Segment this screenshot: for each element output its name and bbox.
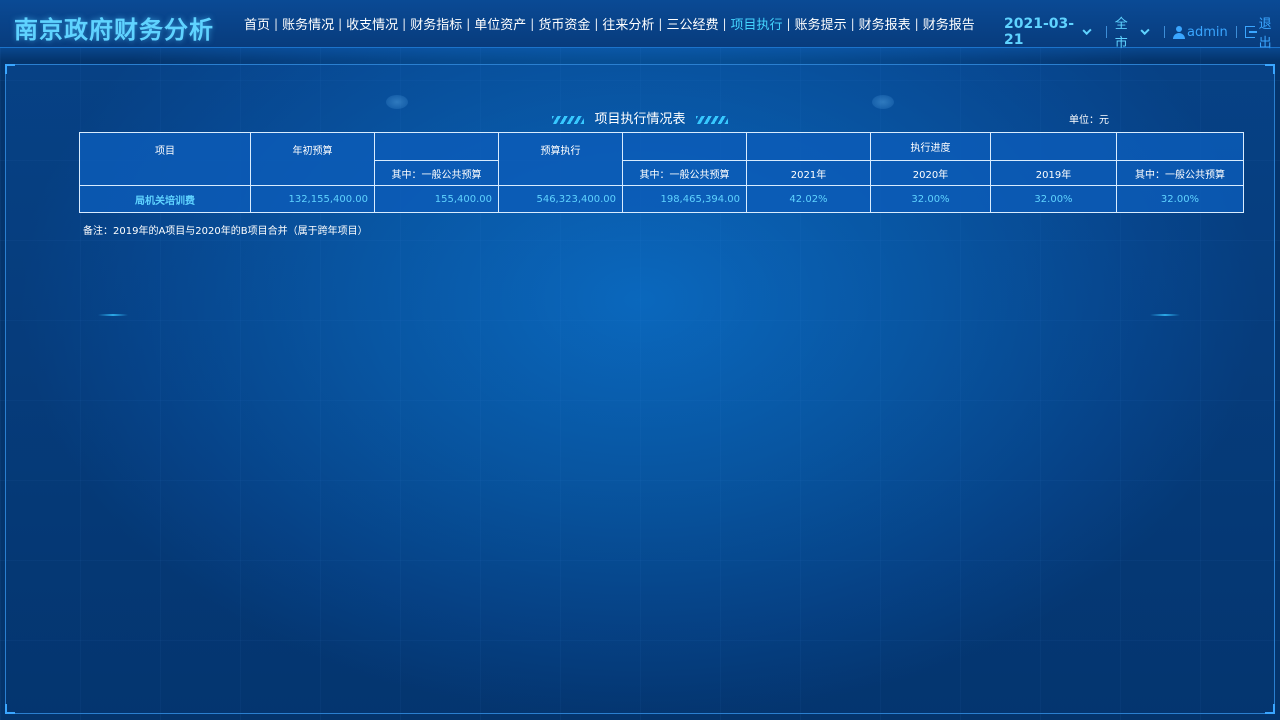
cell-progress-2021: 42.02% [746, 185, 871, 213]
nav-item-accounts[interactable]: 账务情况 [278, 14, 338, 33]
nav-item-financial-statements[interactable]: 财务报表 [855, 14, 915, 33]
nav-item-project-execution[interactable]: 项目执行 [727, 14, 787, 33]
project-execution-table: 项目 年初预算 预算执行 执行进度 其中：一般公共预算 其中：一般公共预算 20… [79, 132, 1244, 213]
panel-corner [1265, 704, 1275, 714]
table-title: 项目执行情况表 [594, 112, 686, 127]
cell-progress-2019: 32.00% [990, 185, 1117, 213]
decor-bubble [386, 95, 408, 109]
nav-separator: | [722, 16, 727, 31]
header-controls: 2021-03-21 全市 admin 退出 [1004, 13, 1280, 51]
header-year-2021: 2021年 [746, 160, 871, 186]
cell-execution: 546,323,400.00 [498, 185, 623, 213]
header-empty [1116, 132, 1244, 161]
nav-item-unit-assets[interactable]: 单位资产 [470, 14, 530, 33]
nav-item-home[interactable]: 首页 [240, 14, 274, 33]
title-stripes-left [552, 115, 585, 124]
date-selector[interactable]: 2021-03-21 [1004, 16, 1078, 48]
username[interactable]: admin [1187, 25, 1228, 40]
nav-separator: | [786, 16, 791, 31]
header-general-public-budget: 其中：一般公共预算 [1116, 160, 1244, 186]
cell-progress-2020: 32.00% [870, 185, 991, 213]
header-year-2019: 2019年 [990, 160, 1117, 186]
decor-bubble [872, 95, 894, 109]
table-note: 备注：2019年的A项目与2020年的B项目合并（属于跨年项目） [83, 226, 368, 237]
header-empty [374, 132, 499, 161]
header-general-public-budget: 其中：一般公共预算 [374, 160, 499, 186]
panel-corner [5, 704, 15, 714]
panel-corner [1265, 64, 1275, 74]
nav-item-three-public-expenses[interactable]: 三公经费 [662, 14, 722, 33]
title-stripes-right [695, 115, 728, 124]
logout-button[interactable]: 退出 [1259, 13, 1280, 51]
nav-separator: | [850, 16, 855, 31]
nav-separator: | [530, 16, 535, 31]
header-project: 项目 [79, 132, 251, 186]
chevron-down-icon[interactable] [1082, 25, 1092, 35]
nav-item-income-expense[interactable]: 收支情况 [342, 14, 402, 33]
nav-item-monetary-funds[interactable]: 货币资金 [534, 14, 594, 33]
top-header: 南京政府财务分析 首页 | 账务情况 | 收支情况 | 财务指标 | 单位资产 … [0, 0, 1280, 61]
header-general-public-budget: 其中：一般公共预算 [622, 160, 747, 186]
chevron-down-icon[interactable] [1140, 25, 1150, 35]
logout-icon[interactable] [1244, 26, 1257, 38]
unit-label: 单位：元 [1069, 115, 1109, 126]
table-row[interactable]: 局机关培训费 132,155,400.00 155,400.00 546,323… [79, 185, 1244, 213]
header-divider [1105, 26, 1107, 38]
header-divider [1235, 26, 1237, 38]
app-title: 南京政府财务分析 [14, 16, 214, 44]
cell-initial-general: 155,400.00 [374, 185, 499, 213]
header-execution-progress: 执行进度 [870, 132, 991, 161]
header-budget-execution: 预算执行 [498, 132, 623, 186]
cell-progress-general: 32.00% [1116, 185, 1244, 213]
nav-item-financial-indicators[interactable]: 财务指标 [406, 14, 466, 33]
table-header-row: 项目 年初预算 预算执行 执行进度 [79, 132, 1244, 186]
cell-execution-general: 198,465,394.00 [622, 185, 747, 213]
user-icon [1173, 25, 1185, 39]
nav-separator: | [658, 16, 663, 31]
header-initial-budget: 年初预算 [250, 132, 375, 186]
header-year-2020: 2020年 [870, 160, 991, 186]
cell-initial-budget: 132,155,400.00 [250, 185, 375, 213]
nav-separator: | [274, 16, 279, 31]
panel-corner [5, 64, 15, 74]
nav-separator: | [338, 16, 343, 31]
nav-separator: | [466, 16, 471, 31]
region-selector[interactable]: 全市 [1115, 13, 1136, 51]
nav-separator: | [914, 16, 919, 31]
cell-project-name[interactable]: 局机关培训费 [79, 185, 251, 213]
header-divider [1164, 26, 1166, 38]
nav-item-receivables-analysis[interactable]: 往来分析 [598, 14, 658, 33]
header-empty [622, 132, 747, 161]
nav-item-financial-report[interactable]: 财务报告 [919, 14, 979, 33]
main-nav: 首页 | 账务情况 | 收支情况 | 财务指标 | 单位资产 | 货币资金 | … [240, 14, 979, 34]
header-empty [746, 132, 871, 161]
nav-separator: | [594, 16, 599, 31]
nav-separator: | [402, 16, 407, 31]
nav-item-account-alerts[interactable]: 账务提示 [791, 14, 851, 33]
header-empty [990, 132, 1117, 161]
